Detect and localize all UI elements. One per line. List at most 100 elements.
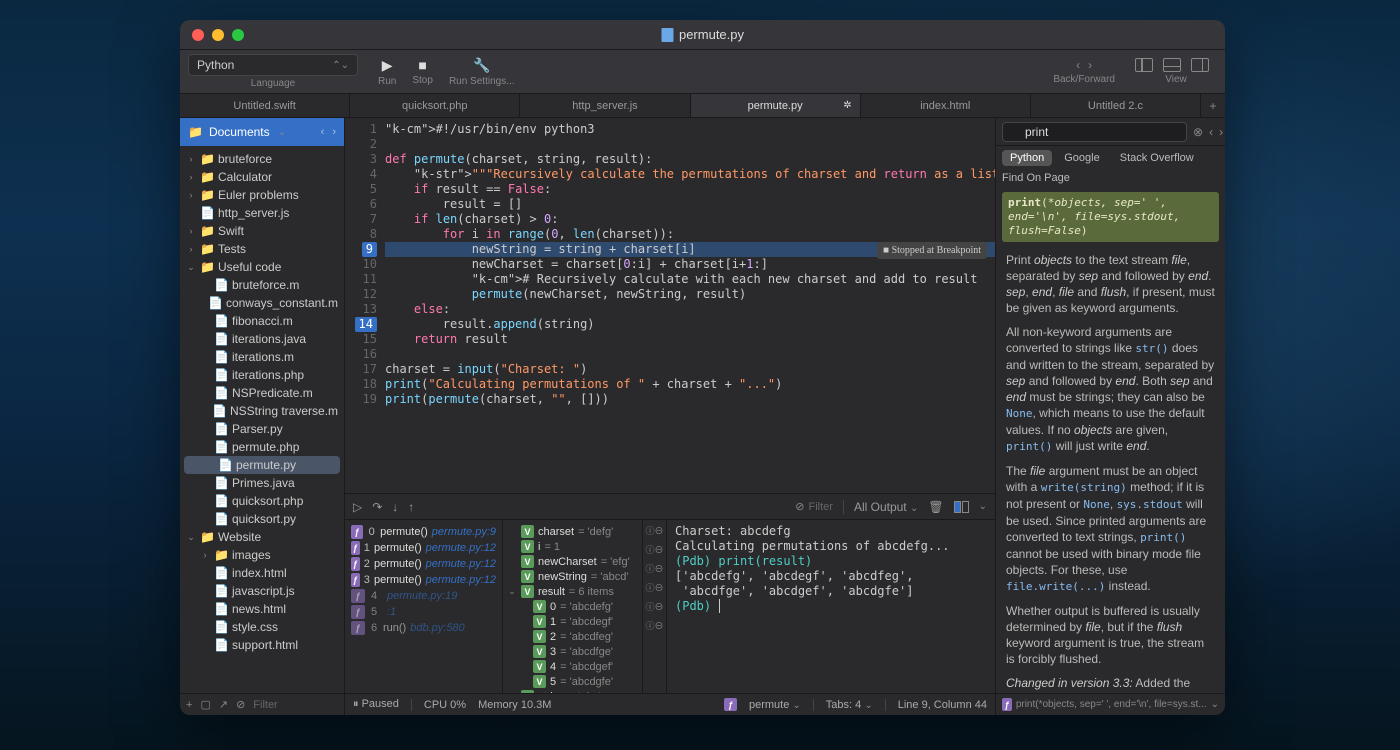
debug-console[interactable]: Charset: abcdefgCalculating permutations… — [667, 520, 995, 693]
file-iterations-java[interactable]: 📄iterations.java — [180, 330, 344, 348]
sidebar-back-button[interactable]: ‹ — [321, 126, 325, 138]
file-Primes-java[interactable]: 📄Primes.java — [180, 474, 344, 492]
stop-button[interactable]: ■Stop — [412, 57, 433, 87]
file-conways_constant-m[interactable]: 📄conways_constant.m — [180, 294, 344, 312]
minimize-window-button[interactable] — [212, 29, 224, 41]
new-tab-button[interactable]: + — [1201, 94, 1225, 117]
variable-row[interactable]: Vi = 1 — [507, 539, 638, 554]
code-editor[interactable]: 12345678910111213141516171819 ■ Stopped … — [345, 118, 995, 493]
pause-indicator[interactable]: ⏸ Paused — [353, 698, 399, 711]
output-scope-select[interactable]: All Output ⌄ — [854, 500, 918, 514]
file-fibonacci-m[interactable]: 📄fibonacci.m — [180, 312, 344, 330]
variable-row[interactable]: V5 = 'abcdgfe' — [507, 674, 638, 689]
code-area[interactable]: ■ Stopped at Breakpoint"k-cm">#!/usr/bin… — [385, 118, 995, 493]
file-quicksort-php[interactable]: 📄quicksort.php — [180, 492, 344, 510]
folder-Swift[interactable]: ›📁Swift — [180, 222, 344, 240]
debug-filter-input[interactable]: Filter — [808, 501, 832, 513]
find-on-page-button[interactable]: Find On Page — [996, 170, 1225, 186]
toggle-bottom-panel-button[interactable] — [1163, 58, 1181, 72]
variable-row[interactable]: V2 = 'abcdfeg' — [507, 629, 638, 644]
folder-images[interactable]: ›📁images — [180, 546, 344, 564]
call-stack[interactable]: ƒ0 permute() permute.py:9ƒ1 permute() pe… — [345, 520, 503, 693]
doc-source-python[interactable]: Python — [1002, 150, 1052, 166]
file-permute-php[interactable]: 📄permute.php — [180, 438, 344, 456]
console-layout-button[interactable] — [954, 501, 969, 513]
file-index-html[interactable]: 📄index.html — [180, 564, 344, 582]
file-quicksort-py[interactable]: 📄quicksort.py — [180, 510, 344, 528]
step-over-button[interactable]: ↷ — [372, 500, 382, 514]
file-http_server-js[interactable]: 📄http_server.js — [180, 204, 344, 222]
variable-row[interactable]: ⌄Vresult = 6 items — [507, 584, 638, 599]
search-prev-button[interactable]: ‹ — [1209, 125, 1213, 139]
stack-frame[interactable]: ƒ3 permute() permute.py:12 — [351, 572, 496, 588]
folder-Calculator[interactable]: ›📁Calculator — [180, 168, 344, 186]
file-NSString-traverse-m[interactable]: 📄NSString traverse.m — [180, 402, 344, 420]
stack-frame[interactable]: ƒ6 run() bdb.py:580 — [351, 620, 496, 636]
doc-breadcrumb[interactable]: ƒ print(*objects, sep=' ', end='\n', fil… — [996, 693, 1225, 715]
doc-source-stack-overflow[interactable]: Stack Overflow — [1112, 150, 1202, 166]
tab-index-html[interactable]: index.html — [861, 94, 1031, 117]
folder-Tests[interactable]: ›📁Tests — [180, 240, 344, 258]
stack-frame[interactable]: ƒ0 permute() permute.py:9 — [351, 524, 496, 540]
sidebar-filter-input[interactable]: Filter — [253, 699, 277, 711]
current-function-select[interactable]: permute ⌄ — [749, 699, 801, 711]
toggle-right-panel-button[interactable] — [1191, 58, 1209, 72]
continue-button[interactable]: ▷ — [353, 500, 362, 514]
run-settings-button[interactable]: 🔧Run Settings... — [449, 57, 515, 87]
file-Parser-py[interactable]: 📄Parser.py — [180, 420, 344, 438]
stack-frame[interactable]: ƒ4 permute.py:19 — [351, 588, 496, 604]
line-gutter[interactable]: 12345678910111213141516171819 — [345, 118, 385, 493]
stack-frame[interactable]: ƒ2 permute() permute.py:12 — [351, 556, 496, 572]
tab-quicksort-php[interactable]: quicksort.php — [350, 94, 520, 117]
tab-Untitled-swift[interactable]: Untitled.swift — [180, 94, 350, 117]
file-iterations-m[interactable]: 📄iterations.m — [180, 348, 344, 366]
language-select[interactable]: Python⌃⌄ — [188, 54, 358, 76]
folder-Euler-problems[interactable]: ›📁Euler problems — [180, 186, 344, 204]
sidebar-forward-button[interactable]: › — [332, 126, 336, 138]
step-out-button[interactable]: ↑ — [408, 500, 414, 514]
tab-Untitled-2-c[interactable]: Untitled 2.c — [1031, 94, 1201, 117]
new-folder-button[interactable]: ▢ — [200, 698, 210, 711]
step-into-button[interactable]: ↓ — [392, 500, 398, 514]
file-bruteforce-m[interactable]: 📄bruteforce.m — [180, 276, 344, 294]
nav-back-button[interactable]: ‹ — [1076, 58, 1080, 72]
file-support-html[interactable]: 📄support.html — [180, 636, 344, 654]
nav-forward-button[interactable]: › — [1088, 58, 1092, 72]
zoom-window-button[interactable] — [232, 29, 244, 41]
file-tree[interactable]: ›📁bruteforce›📁Calculator›📁Euler problems… — [180, 146, 344, 693]
new-file-button[interactable]: + — [186, 699, 192, 711]
variable-row[interactable]: VnewString = 'abcd' — [507, 569, 638, 584]
file-news-html[interactable]: 📄news.html — [180, 600, 344, 618]
reveal-button[interactable]: ↗ — [219, 698, 228, 711]
variable-row[interactable]: V3 = 'abcdfge' — [507, 644, 638, 659]
sidebar-path-selector[interactable]: 📁 Documents ⌄ ‹ › — [180, 118, 344, 146]
file-javascript-js[interactable]: 📄javascript.js — [180, 582, 344, 600]
folder-Useful-code[interactable]: ⌄📁Useful code — [180, 258, 344, 276]
variable-row[interactable]: V1 = 'abcdegf' — [507, 614, 638, 629]
variable-row[interactable]: Vcharset = 'defg' — [507, 524, 638, 539]
run-button[interactable]: ▶Run — [378, 57, 396, 87]
search-next-button[interactable]: › — [1219, 125, 1223, 139]
stack-frame[interactable]: ƒ5 :1 — [351, 604, 496, 620]
file-permute-py[interactable]: 📄permute.py — [184, 456, 340, 474]
folder-Website[interactable]: ⌄📁Website — [180, 528, 344, 546]
doc-body[interactable]: Print objects to the text stream file, s… — [996, 248, 1225, 693]
doc-source-google[interactable]: Google — [1056, 150, 1107, 166]
file-NSPredicate-m[interactable]: 📄NSPredicate.m — [180, 384, 344, 402]
doc-search-input[interactable] — [1002, 122, 1187, 142]
clear-search-button[interactable]: ⊗ — [1193, 125, 1203, 139]
close-window-button[interactable] — [192, 29, 204, 41]
variable-row[interactable]: V4 = 'abcdgef' — [507, 659, 638, 674]
toggle-left-panel-button[interactable] — [1135, 58, 1153, 72]
variable-row[interactable]: V0 = 'abcdefg' — [507, 599, 638, 614]
tab-width-select[interactable]: Tabs: 4 ⌄ — [826, 699, 873, 711]
variable-row[interactable]: VnewCharset = 'efg' — [507, 554, 638, 569]
clear-console-button[interactable]: 🗑 — [928, 500, 943, 514]
titlebar[interactable]: permute.py — [180, 20, 1225, 50]
file-iterations-php[interactable]: 📄iterations.php — [180, 366, 344, 384]
tab-permute-py[interactable]: permute.py✲ — [691, 94, 861, 117]
collapse-debug-button[interactable]: ⌄ — [979, 501, 987, 512]
folder-bruteforce[interactable]: ›📁bruteforce — [180, 150, 344, 168]
variables-panel[interactable]: Vcharset = 'defg'Vi = 1VnewCharset = 'ef… — [503, 520, 643, 693]
stack-frame[interactable]: ƒ1 permute() permute.py:12 — [351, 540, 496, 556]
